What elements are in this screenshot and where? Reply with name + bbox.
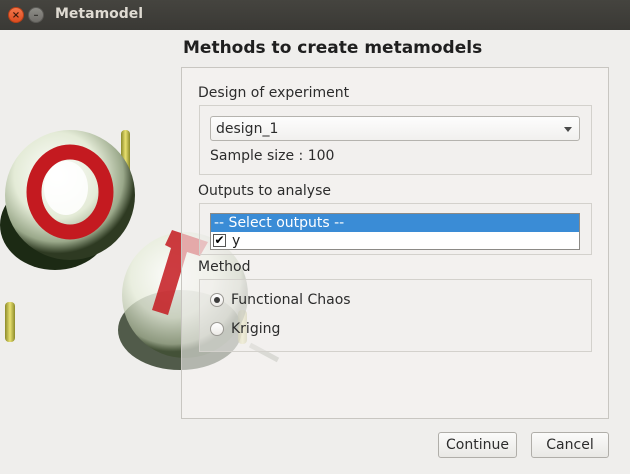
close-icon[interactable]: × xyxy=(8,7,24,23)
method-section-label: Method xyxy=(198,259,251,275)
method-option-kriging[interactable]: Kriging xyxy=(210,321,280,337)
method-option-label: Kriging xyxy=(231,321,281,337)
window-title: Metamodel xyxy=(55,6,144,22)
checkbox-icon[interactable]: ✔ xyxy=(213,234,226,247)
radio-icon[interactable] xyxy=(210,293,224,307)
design-select[interactable]: design_1 xyxy=(210,116,580,141)
radio-icon[interactable] xyxy=(210,322,224,336)
chevron-down-icon xyxy=(564,127,572,132)
output-item-label: y xyxy=(232,232,241,249)
method-group xyxy=(199,279,592,352)
method-option-functional-chaos[interactable]: Functional Chaos xyxy=(210,292,351,308)
design-section-label: Design of experiment xyxy=(198,85,350,101)
output-item-y[interactable]: ✔ y xyxy=(211,232,579,249)
design-select-value: design_1 xyxy=(216,120,279,137)
outputs-placeholder[interactable]: -- Select outputs -- xyxy=(211,214,579,232)
sample-size-text: Sample size : 100 xyxy=(210,148,335,164)
cancel-button[interactable]: Cancel xyxy=(531,432,609,458)
page-title: Methods to create metamodels xyxy=(183,38,483,58)
minimize-icon[interactable]: – xyxy=(28,7,44,23)
continue-button[interactable]: Continue xyxy=(438,432,517,458)
outputs-section-label: Outputs to analyse xyxy=(198,183,331,199)
title-bar: × – Metamodel xyxy=(0,0,630,30)
outputs-dropdown[interactable]: -- Select outputs -- ✔ y xyxy=(210,213,580,250)
method-option-label: Functional Chaos xyxy=(231,292,351,308)
